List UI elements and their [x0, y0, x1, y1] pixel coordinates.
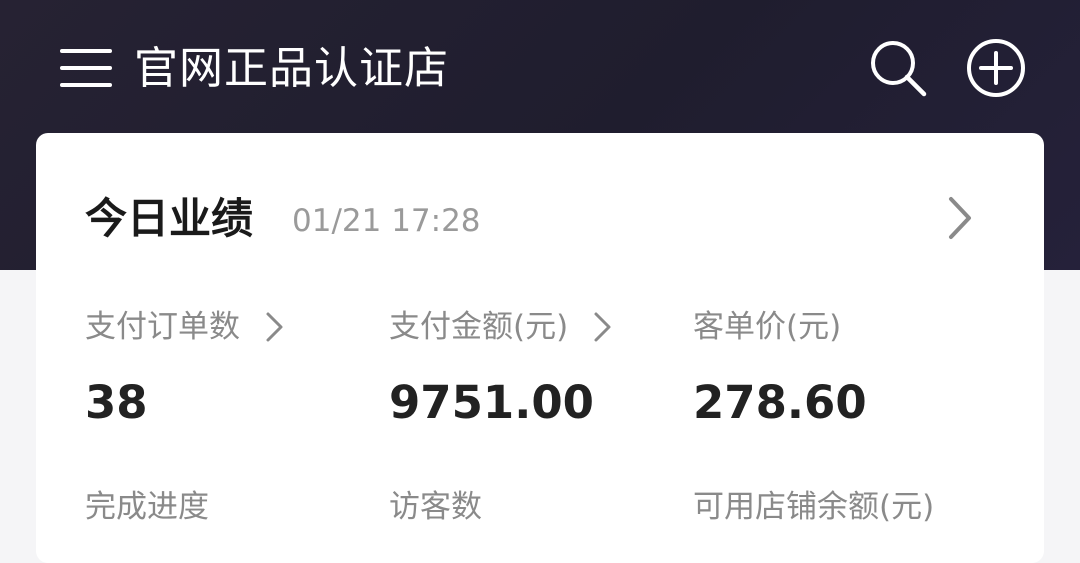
- chevron-right-icon: [949, 197, 971, 239]
- metric-label: 支付订单数: [85, 309, 240, 345]
- metric-value: 38: [85, 376, 148, 429]
- metric-value: 9751.00: [389, 376, 594, 429]
- performance-card: 今日业绩 01/21 17:28 支付订单数 38 支付金额(元) 9751.0…: [36, 133, 1044, 563]
- search-button[interactable]: [868, 38, 928, 98]
- metric-label: 支付金额(元): [389, 309, 569, 345]
- add-button[interactable]: [966, 38, 1026, 98]
- metric-paid-amount[interactable]: 支付金额(元) 9751.00: [389, 305, 616, 431]
- card-title: 今日业绩: [85, 194, 254, 243]
- metric-store-balance: 可用店铺余额(元): [693, 485, 934, 529]
- metric-avg-order-value: 客单价(元) 278.60: [693, 305, 867, 431]
- chevron-right-icon: [594, 312, 611, 342]
- metric-label: 客单价(元): [693, 309, 842, 345]
- card-timestamp: 01/21 17:28: [292, 203, 481, 239]
- chevron-right-icon: [266, 312, 283, 342]
- metric-completion-progress: 完成进度: [85, 485, 209, 529]
- menu-button[interactable]: [58, 45, 114, 91]
- metric-label: 完成进度: [85, 489, 209, 525]
- search-icon: [871, 41, 927, 97]
- metric-value: 278.60: [693, 376, 867, 429]
- metric-paid-orders[interactable]: 支付订单数 38: [85, 305, 288, 431]
- metric-label: 访客数: [389, 489, 482, 525]
- plus-circle-icon: [967, 39, 1025, 97]
- metric-label: 可用店铺余额(元): [693, 489, 935, 525]
- performance-detail-button[interactable]: [942, 193, 982, 243]
- shop-title: 官网正品认证店: [134, 43, 449, 94]
- metric-visitors: 访客数: [389, 485, 482, 529]
